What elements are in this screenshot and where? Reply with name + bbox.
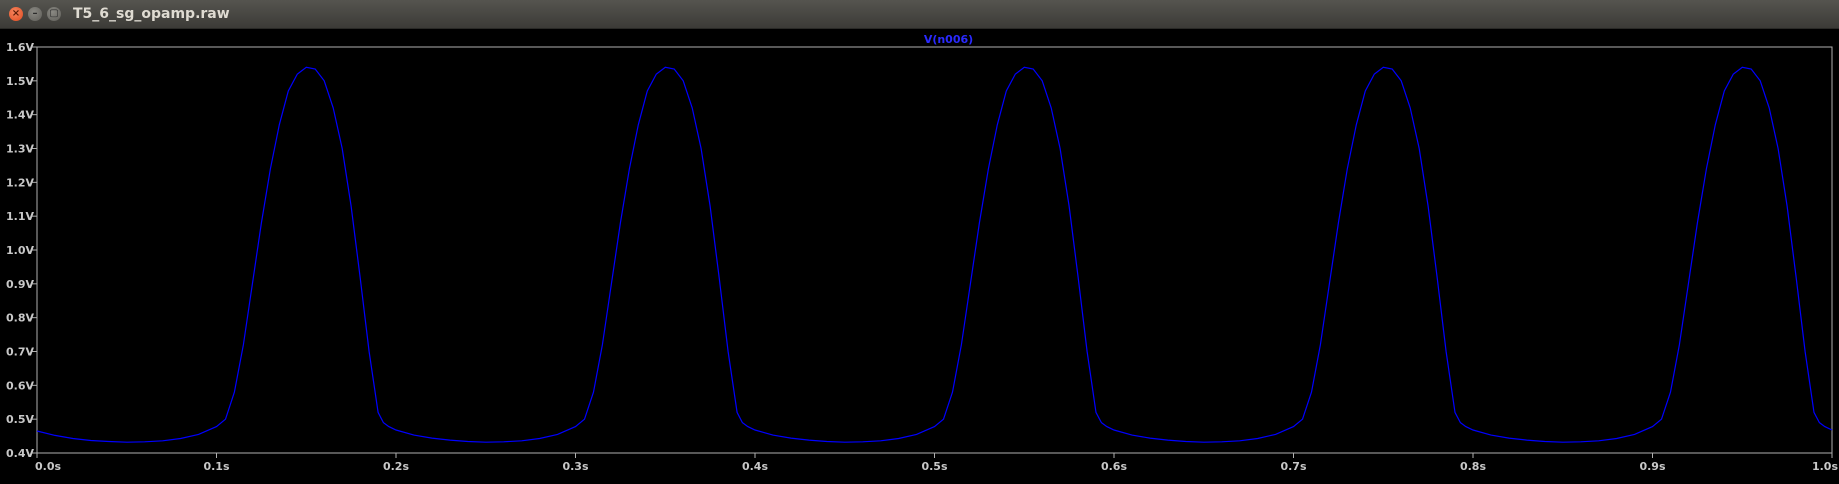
- x-tick-label: 0.6s: [1101, 460, 1127, 473]
- y-axis: 0.4V 0.5V 0.6V 0.7V 0.8V 0.9V 1.0V 1.1V 1.2V 1.3V…: [6, 41, 37, 460]
- x-tick-label: 0.1s: [203, 460, 229, 473]
- x-tick-label: 0.2s: [383, 460, 409, 473]
- close-icon[interactable]: ×: [9, 7, 23, 21]
- y-tick-label: 1.2V: [6, 176, 34, 189]
- waveform-chart[interactable]: 0.4V 0.5V 0.6V 0.7V 0.8V 0.9V 1.0V 1.1V 1.2V 1.3V…: [0, 29, 1839, 480]
- y-tick-label: 0.9V: [6, 278, 34, 291]
- x-tick-label: 0.5s: [921, 460, 947, 473]
- x-tick-label: 0.0s: [35, 460, 61, 473]
- x-tick-label: 1.0s: [1812, 460, 1838, 473]
- y-tick-label: 0.7V: [6, 346, 34, 359]
- maximize-icon[interactable]: ▢: [47, 7, 61, 21]
- y-tick-label: 0.6V: [6, 379, 34, 392]
- window-title: T5_6_sg_opamp.raw: [73, 6, 230, 22]
- x-tick-label: 0.3s: [562, 460, 588, 473]
- minimize-icon[interactable]: –: [28, 7, 42, 21]
- y-tick-label: 1.3V: [6, 143, 34, 156]
- x-tick-label: 0.9s: [1639, 460, 1665, 473]
- plot-frame: [36, 46, 1833, 454]
- y-tick-label: 1.6V: [6, 41, 34, 54]
- y-tick-label: 1.0V: [6, 244, 34, 257]
- y-tick-label: 1.1V: [6, 210, 34, 223]
- window-titlebar[interactable]: × – ▢ T5_6_sg_opamp.raw: [0, 0, 1839, 29]
- y-tick-label: 0.5V: [6, 413, 34, 426]
- trace-label-v-n006[interactable]: V(n006): [924, 33, 973, 46]
- x-tick-label: 0.7s: [1280, 460, 1306, 473]
- y-tick-label: 1.5V: [6, 75, 34, 88]
- x-axis: 0.0s 0.1s 0.2s 0.3s 0.4s 0.5s 0.6s 0.7s 0.8s 0.9s…: [35, 453, 1838, 473]
- y-tick-label: 0.8V: [6, 312, 34, 325]
- y-tick-label: 0.4V: [6, 447, 34, 460]
- series-line-v-n006: [36, 66, 1833, 443]
- plot-pane[interactable]: 0.4V 0.5V 0.6V 0.7V 0.8V 0.9V 1.0V 1.1V 1.2V 1.3V…: [0, 29, 1839, 480]
- x-tick-label: 0.4s: [742, 460, 768, 473]
- x-tick-label: 0.8s: [1460, 460, 1486, 473]
- y-tick-label: 1.4V: [6, 109, 34, 122]
